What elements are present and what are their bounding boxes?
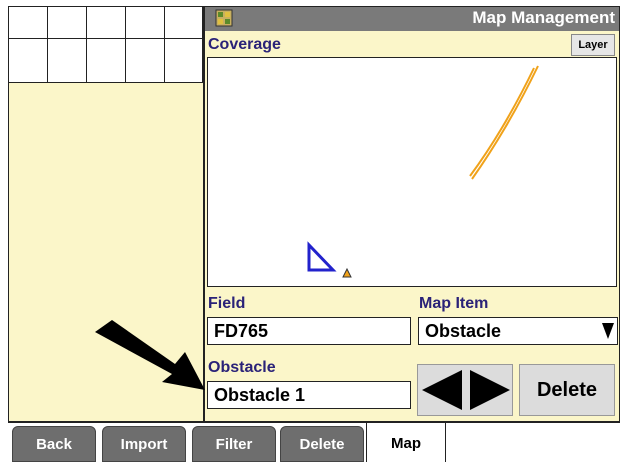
tab-back[interactable]: Back bbox=[12, 426, 96, 462]
tab-bar: Back Import Filter Delete Map bbox=[8, 422, 620, 462]
map-item-select[interactable]: Obstacle bbox=[418, 317, 618, 345]
grid-cell bbox=[87, 39, 126, 83]
tab-delete[interactable]: Delete bbox=[280, 426, 364, 462]
grid-cell bbox=[165, 7, 203, 39]
coverage-map[interactable] bbox=[207, 57, 617, 287]
coverage-map-canvas bbox=[307, 65, 539, 278]
dropdown-arrow-icon[interactable] bbox=[601, 321, 615, 341]
field-label: Field bbox=[208, 295, 246, 312]
grid-cell bbox=[9, 39, 48, 83]
coverage-label: Coverage bbox=[208, 36, 281, 53]
grid-cell bbox=[126, 7, 165, 39]
vehicle-position-icon bbox=[342, 267, 352, 278]
grid-cell bbox=[126, 39, 165, 83]
grid-cell bbox=[87, 7, 126, 39]
tab-filter[interactable]: Filter bbox=[192, 426, 276, 462]
obstacle-input[interactable]: Obstacle 1 bbox=[207, 381, 411, 409]
tab-map[interactable]: Map bbox=[366, 422, 446, 462]
page-title: Map Management bbox=[472, 8, 615, 27]
map-item-value: Obstacle bbox=[425, 321, 502, 341]
divider bbox=[8, 422, 620, 423]
coverage-track bbox=[469, 67, 535, 177]
grid-cell bbox=[48, 7, 87, 39]
field-map-icon bbox=[215, 9, 233, 27]
arrow-button-group bbox=[417, 364, 513, 416]
obstacle-label: Obstacle bbox=[208, 359, 276, 376]
annotation-arrow-icon bbox=[95, 320, 205, 390]
delete-button[interactable]: Delete bbox=[519, 364, 615, 416]
next-arrow-icon[interactable] bbox=[468, 367, 512, 413]
layer-button[interactable]: Layer bbox=[571, 34, 615, 56]
grid-cell bbox=[48, 39, 87, 83]
grid-cell bbox=[165, 39, 203, 83]
field-input[interactable]: FD765 bbox=[207, 317, 411, 345]
title-bar: Map Management bbox=[205, 7, 619, 31]
tab-import[interactable]: Import bbox=[102, 426, 186, 462]
obstacle-marker-icon bbox=[307, 241, 337, 272]
previous-arrow-icon[interactable] bbox=[420, 367, 464, 413]
grid-cell bbox=[9, 7, 48, 39]
right-panel: Map Management Coverage Layer Field FD76… bbox=[204, 6, 620, 422]
map-item-label: Map Item bbox=[419, 295, 489, 312]
